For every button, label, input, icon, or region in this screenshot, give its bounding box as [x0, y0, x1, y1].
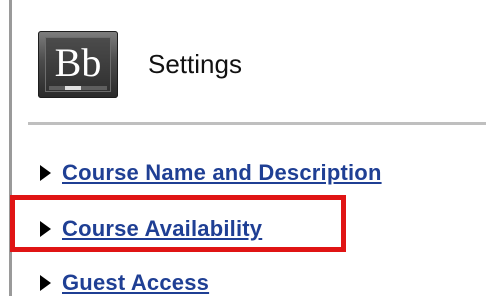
- settings-link-guest-access[interactable]: Guest Access: [40, 268, 209, 298]
- page-title: Settings: [148, 49, 242, 79]
- logo-text: Bb: [54, 40, 102, 85]
- chalk-piece: [65, 86, 81, 90]
- header-divider: [28, 122, 486, 125]
- triangle-right-icon: [40, 275, 51, 291]
- blackboard-logo: Bb: [38, 31, 118, 98]
- link-label[interactable]: Guest Access: [62, 270, 209, 296]
- link-label[interactable]: Course Name and Description: [62, 160, 382, 186]
- chalkboard-icon: Bb: [45, 37, 111, 92]
- settings-link-course-name-description[interactable]: Course Name and Description: [40, 158, 382, 188]
- triangle-right-icon: [40, 165, 51, 181]
- highlight-box: [10, 195, 346, 252]
